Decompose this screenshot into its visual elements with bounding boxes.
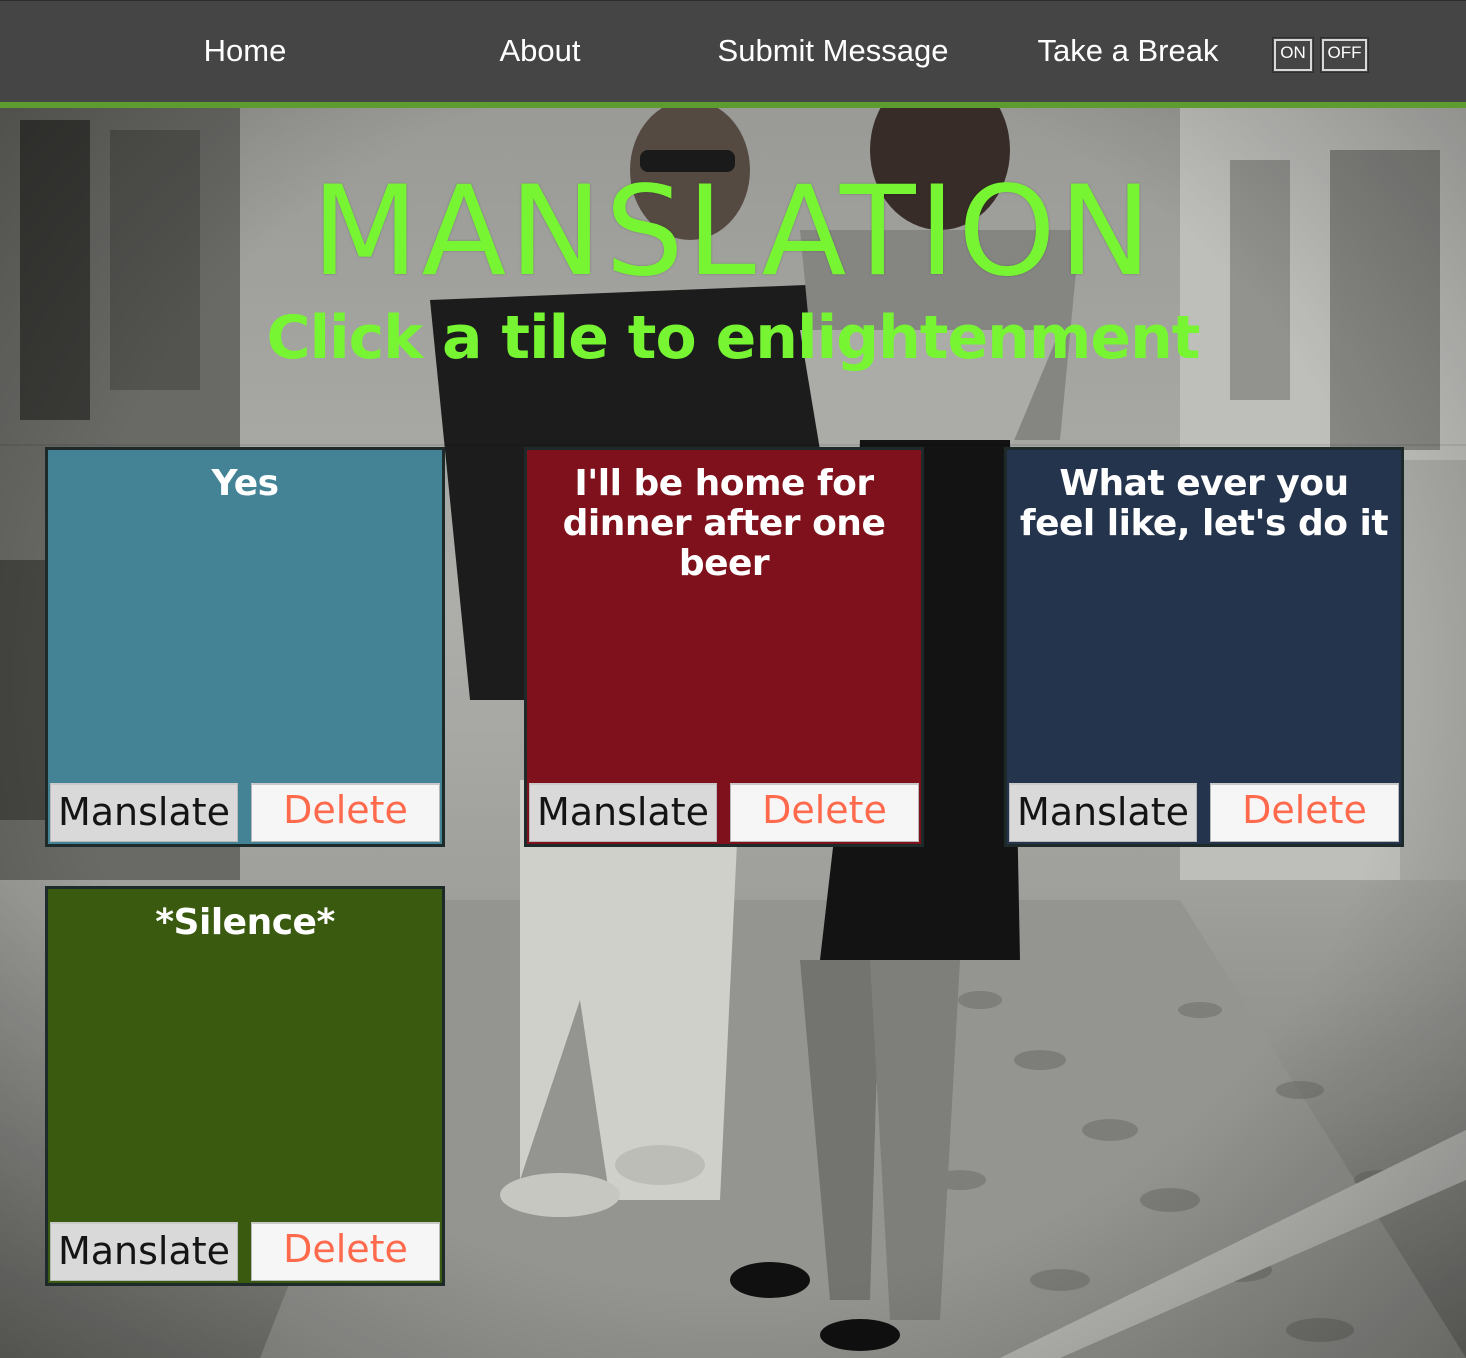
nav-about-link[interactable]: About <box>499 31 580 71</box>
hero-divider <box>0 444 1466 446</box>
delete-button[interactable]: Delete <box>730 783 919 842</box>
page-subtitle: Click a tile to enlightenment <box>266 303 1201 373</box>
message-tile-silence[interactable]: *Silence* Manslate Delete <box>45 886 445 1286</box>
message-tile-yes[interactable]: Yes Manslate Delete <box>45 447 445 847</box>
tile-message-text: Yes <box>211 463 279 504</box>
manslate-button[interactable]: Manslate <box>529 783 717 842</box>
nav-submit-message-link[interactable]: Submit Message <box>718 31 949 71</box>
delete-button[interactable]: Delete <box>251 783 440 842</box>
tile-message-text: What ever you feel like, let's do it <box>1019 463 1389 544</box>
tile-message-text: *Silence* <box>155 902 335 943</box>
delete-button[interactable]: Delete <box>1210 783 1399 842</box>
toggle-on-button[interactable]: ON <box>1272 37 1314 73</box>
manslate-button[interactable]: Manslate <box>50 783 238 842</box>
nav-take-a-break-link[interactable]: Take a Break <box>1038 31 1219 71</box>
nav-home-link[interactable]: Home <box>204 31 287 71</box>
manslate-button[interactable]: Manslate <box>50 1222 238 1281</box>
toggle-off-button[interactable]: OFF <box>1320 37 1369 73</box>
top-navbar: Home About Submit Message Take a Break O… <box>0 0 1466 108</box>
message-tile-whatever[interactable]: What ever you feel like, let's do it Man… <box>1004 447 1404 847</box>
tile-message-text: I'll be home for dinner after one beer <box>562 463 886 584</box>
message-tile-dinner[interactable]: I'll be home for dinner after one beer M… <box>524 447 924 847</box>
delete-button[interactable]: Delete <box>251 1222 440 1281</box>
manslate-button[interactable]: Manslate <box>1009 783 1197 842</box>
page-title: MANSLATION <box>311 160 1155 304</box>
